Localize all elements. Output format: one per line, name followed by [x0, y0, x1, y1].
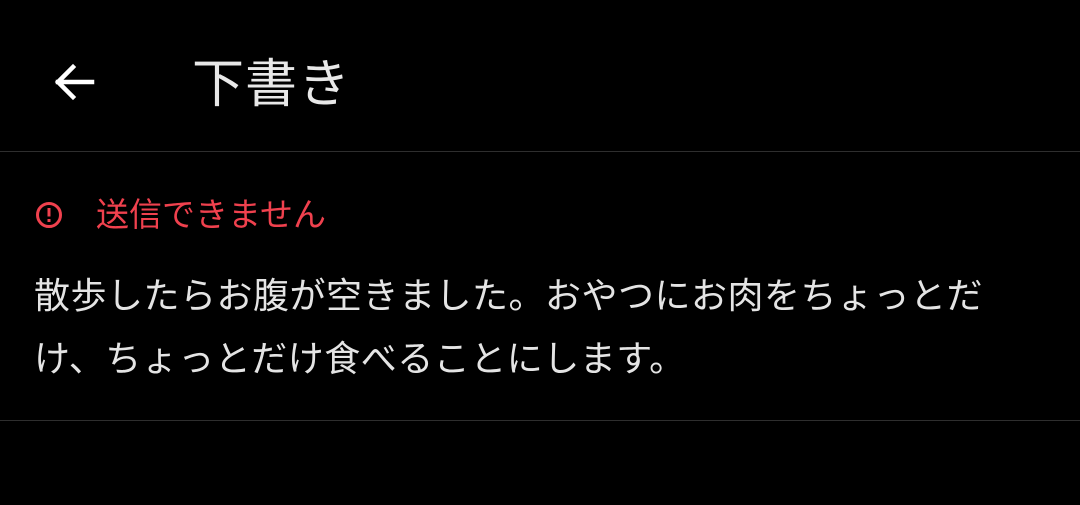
drafts-screen: 下書き 送信できません 散歩したらお腹が空きました。おやつにお肉をちょっとだけ、… [0, 0, 1080, 505]
send-error-status: 送信できません [34, 193, 326, 237]
draft-list-item[interactable]: 送信できません 散歩したらお腹が空きました。おやつにお肉をちょっとだけ、ちょっと… [0, 153, 1080, 421]
app-header: 下書き [0, 0, 1080, 152]
alert-circle-icon [34, 200, 64, 230]
arrow-left-icon [54, 63, 95, 101]
draft-message-text: 散歩したらお腹が空きました。おやつにお肉をちょっとだけ、ちょっとだけ食べることに… [34, 276, 984, 380]
error-status-text: 送信できません [96, 195, 327, 234]
back-button[interactable] [40, 48, 108, 116]
page-title: 下書き [192, 55, 352, 115]
